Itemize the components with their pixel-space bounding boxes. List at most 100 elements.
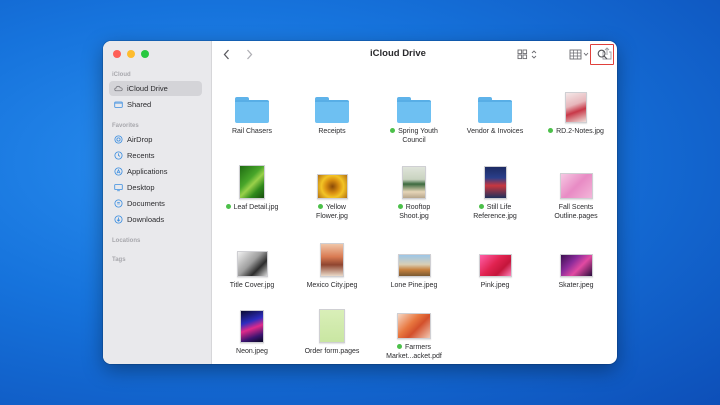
image-thumbnail [320, 243, 344, 277]
sidebar-item-downloads[interactable]: Downloads [109, 212, 202, 227]
sidebar-item-airdrop[interactable]: AirDrop [109, 132, 202, 147]
view-mode-button[interactable] [517, 48, 541, 61]
pdf-thumbnail [397, 313, 431, 339]
sidebar-item-label: Desktop [127, 183, 155, 192]
file-name: Leaf Detail.jpg [212, 203, 292, 212]
file-item-receipts[interactable]: Receipts [292, 83, 372, 136]
sidebar-item-desktop[interactable]: Desktop [109, 180, 202, 195]
sidebar-item-label: Recents [127, 151, 155, 160]
file-item-lone-pine[interactable]: Lone Pine.jpeg [374, 237, 454, 290]
green-tag-dot [318, 204, 323, 209]
document-icon [114, 199, 123, 208]
sidebar-section-icloud: iCloud [112, 72, 131, 78]
image-thumbnail [236, 251, 268, 277]
forward-chevron-icon [246, 49, 252, 60]
folder-icon [315, 97, 349, 123]
sidebar-item-label: Downloads [127, 215, 165, 224]
green-tag-dot [548, 128, 554, 133]
file-item-rd2-notes[interactable]: RD.2-Notes.jpg [536, 83, 616, 136]
folder-icon [235, 97, 269, 123]
sidebar-section-locations: Locations [112, 238, 141, 244]
sidebar-item-label: AirDrop [127, 135, 153, 144]
file-item-yellow-flower[interactable]: Yellow Flower.jpg [292, 159, 372, 221]
forward-button[interactable] [243, 48, 255, 61]
sidebar-section-favorites: Favorites [112, 123, 139, 129]
file-item-rail-chasers[interactable]: Rail Chasers [212, 83, 292, 136]
back-chevron-icon [223, 49, 229, 60]
back-button[interactable] [220, 48, 232, 61]
file-item-mexico-city[interactable]: Mexico City.jpeg [292, 237, 372, 290]
file-name: RD.2-Notes.jpg [536, 127, 616, 136]
file-item-still-life-reference[interactable]: Still Life Reference.jpg [455, 159, 535, 221]
file-name: Neon.jpeg [236, 348, 268, 355]
folder-icon [397, 97, 431, 123]
green-tag-dot [390, 128, 396, 133]
green-tag-dot [478, 204, 484, 209]
file-item-leaf-detail[interactable]: Leaf Detail.jpg [212, 159, 292, 212]
minimize-window-button[interactable] [127, 50, 135, 58]
file-item-spring-youth-council[interactable]: Spring Youth Council [374, 83, 454, 145]
toolbar: iCloud Drive [212, 41, 617, 69]
file-name: Yellow Flower.jpg [316, 204, 348, 220]
file-name: Rooftop Shoot.jpg [397, 204, 431, 220]
sidebar-item-applications[interactable]: Applications [109, 164, 202, 179]
window-controls [113, 50, 149, 58]
image-thumbnail [402, 166, 426, 199]
sidebar-item-icloud-drive[interactable]: iCloud Drive [109, 81, 202, 96]
file-name: Mexico City.jpeg [306, 282, 358, 289]
file-item-farmers-market-packet[interactable]: Farmers Market...acket.pdf [374, 299, 454, 361]
search-button[interactable] [590, 44, 614, 65]
file-name: Rail Chasers [231, 128, 273, 135]
file-item-order-form[interactable]: Order form.pages [292, 303, 372, 356]
file-item-title-cover[interactable]: Title Cover.jpg [212, 237, 292, 290]
grid-view-icon [517, 49, 537, 60]
green-tag-dot [225, 204, 231, 209]
image-thumbnail [316, 174, 348, 199]
shared-folder-icon [114, 100, 123, 109]
file-item-fall-scents-outline[interactable]: Fall Scents Outline.pages [536, 159, 616, 221]
window-title: iCloud Drive [370, 48, 426, 59]
sidebar-item-label: iCloud Drive [127, 84, 168, 93]
image-thumbnail [559, 254, 593, 277]
sidebar-item-documents[interactable]: Documents [109, 196, 202, 211]
close-window-button[interactable] [113, 50, 121, 58]
file-item-neon[interactable]: Neon.jpeg [212, 303, 292, 356]
image-thumbnail [397, 254, 431, 277]
file-item-pink[interactable]: Pink.jpeg [455, 237, 535, 290]
sidebar-section-tags: Tags [112, 257, 126, 263]
file-name: Vendor & Invoices [466, 128, 524, 135]
file-item-rooftop-shoot[interactable]: Rooftop Shoot.jpg [374, 159, 454, 221]
sidebar-item-label: Documents [127, 199, 165, 208]
zoom-window-button[interactable] [141, 50, 149, 58]
sidebar-item-shared[interactable]: Shared [109, 97, 202, 112]
image-thumbnail [483, 166, 507, 199]
file-item-skater[interactable]: Skater.jpeg [536, 237, 616, 290]
pages-document-thumbnail [559, 173, 593, 199]
file-name: Still Life Reference.jpg [473, 204, 517, 220]
group-button[interactable] [569, 48, 591, 61]
airdrop-icon [114, 135, 123, 144]
file-name: Lone Pine.jpeg [390, 282, 438, 289]
file-name: Title Cover.jpg [229, 282, 275, 289]
file-item-vendor-invoices[interactable]: Vendor & Invoices [455, 83, 535, 136]
file-name: Skater.jpeg [558, 282, 594, 289]
sidebar-item-recents[interactable]: Recents [109, 148, 202, 163]
cloud-icon [114, 84, 123, 93]
file-name: Fall Scents Outline.pages [554, 204, 598, 220]
sidebar-item-label: Applications [127, 167, 168, 176]
clock-icon [114, 151, 123, 160]
download-icon [114, 215, 123, 224]
file-name: Spring Youth Council [374, 127, 454, 145]
file-name: Pink.jpeg [480, 282, 510, 289]
image-thumbnail [240, 310, 264, 343]
group-icon [569, 49, 589, 60]
file-name: Farmers Market...acket.pdf [386, 344, 442, 360]
pages-document-thumbnail [319, 309, 345, 343]
green-tag-dot [397, 204, 403, 209]
search-icon [597, 49, 607, 60]
image-thumbnail [478, 254, 512, 277]
finder-window: iCloud iCloud Drive Shared Favorites Air… [103, 41, 617, 364]
file-name: Order form.pages [304, 348, 360, 355]
folder-icon [478, 97, 512, 123]
image-thumbnail [565, 92, 587, 123]
